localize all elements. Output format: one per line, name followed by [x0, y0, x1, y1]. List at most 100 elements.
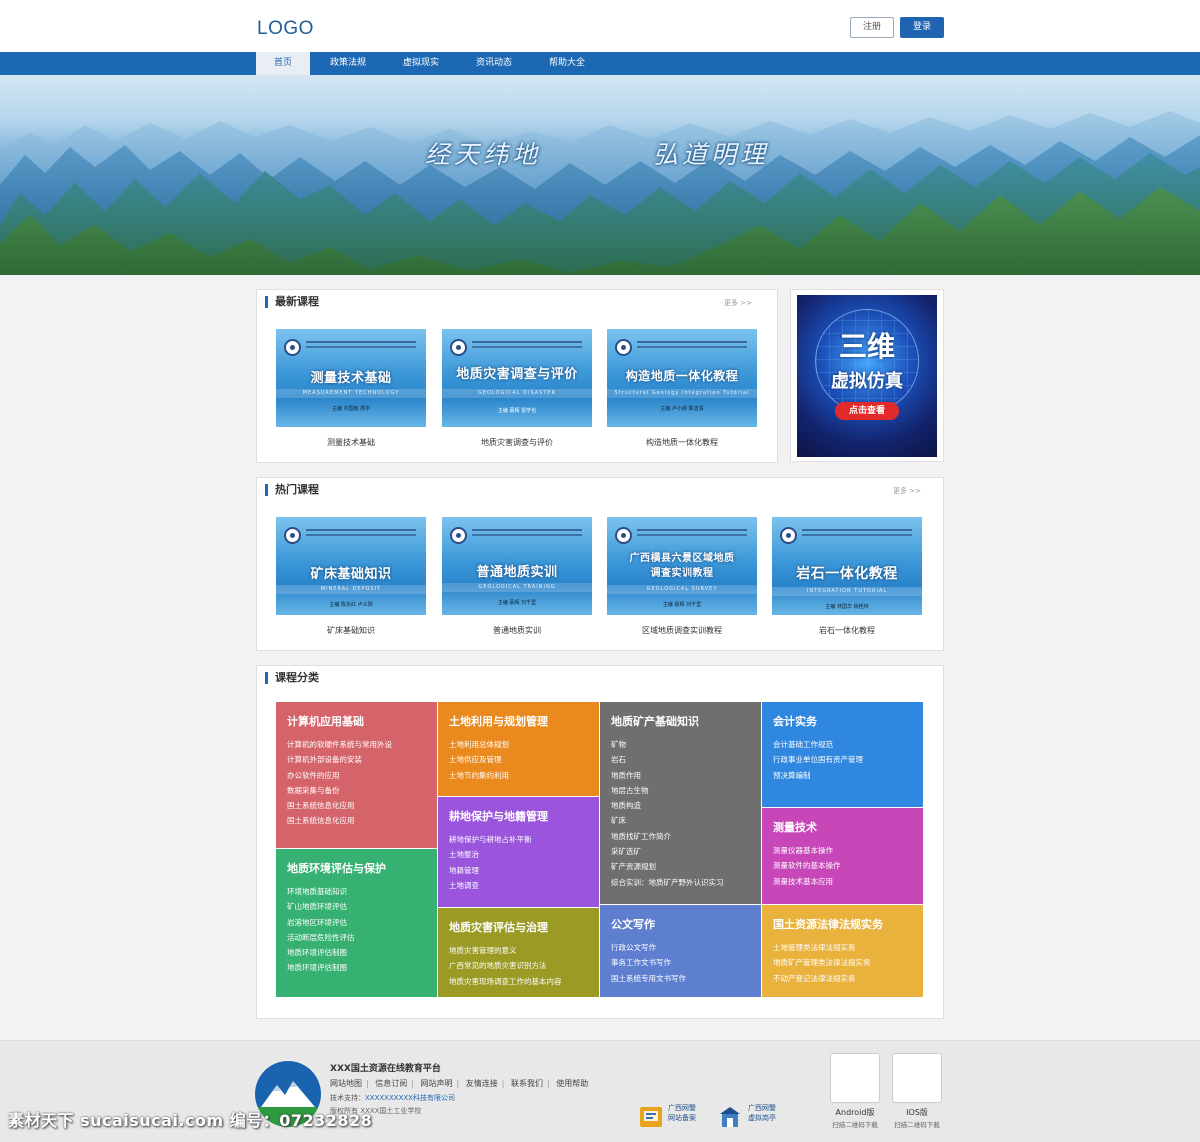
course-cover[interactable]: 地质灾害调查与评价 GEOLOGICAL DISASTER 主编 蔡辉 雷学也 [442, 329, 592, 427]
category-geo-environment[interactable]: 地质环境评估与保护 环境地质基础知识 矿山地质环境评估 岩溶地区环境评估 活动断… [276, 849, 437, 997]
footer-link-contact[interactable]: 联系我们 [511, 1079, 543, 1088]
category-surveying[interactable]: 测量技术 测量仪器基本操作 测量软件的基本操作 测量技术基本应用 [762, 808, 923, 904]
category-geo-mineral[interactable]: 地质矿产基础知识 矿物 岩石 地质作用 地层古生物 地质构造 矿床 地质找矿工作… [600, 702, 761, 904]
hot-more-link[interactable]: 更多 >> [893, 486, 921, 496]
course-cover[interactable]: 岩石一体化教程 INTEGRATION TUTORIAL 主编 林国华 姚桂林 [772, 517, 922, 615]
category-link[interactable]: 地质灾害管理的意义 [449, 943, 562, 958]
course-name[interactable]: 岩石一体化教程 [772, 625, 922, 636]
category-computer-basics[interactable]: 计算机应用基础 计算机的软硬件系统与常用外设 计算机外部设备的安装 办公软件的应… [276, 702, 437, 848]
course-card[interactable]: 广西横县六景区域地质调查实训教程 GEOLOGICAL SURVEY 主编 蔡辉… [607, 517, 757, 642]
category-link[interactable]: 采矿选矿 [611, 844, 724, 859]
latest-more-link[interactable]: 更多 >> [724, 298, 752, 308]
ad-image[interactable]: 三维 虚拟仿真 点击查看 [797, 295, 937, 457]
register-button[interactable]: 注册 [850, 17, 894, 38]
course-card[interactable]: 岩石一体化教程 INTEGRATION TUTORIAL 主编 林国华 姚桂林 … [772, 517, 922, 642]
category-link[interactable]: 行政事业单位国有资产管理 [773, 752, 863, 767]
nav-item-virtual-reality[interactable]: 虚拟现实 [394, 52, 448, 75]
category-accounting[interactable]: 会计实务 会计基础工作规范 行政事业单位国有资产管理 预决算编制 [762, 702, 923, 807]
category-link[interactable]: 土地供应及管理 [449, 752, 509, 767]
category-link[interactable]: 活动断层危险性评估 [287, 930, 355, 945]
category-geo-disaster[interactable]: 地质灾害评估与治理 地质灾害管理的意义 广西常见的地质灾害识别方法 地质灾害现场… [438, 908, 599, 997]
category-link[interactable]: 国土系统信息化应用 [287, 798, 392, 813]
course-cover[interactable]: 测量技术基础 MEASUREMENT TECHNOLOGY 主编 刘国敏 周宇 [276, 329, 426, 427]
category-link[interactable]: 地籍管理 [449, 863, 532, 878]
ios-app-label[interactable]: IOS版 [887, 1107, 947, 1118]
course-name[interactable]: 普通地质实训 [442, 625, 592, 636]
category-link[interactable]: 土地节约集约利用 [449, 768, 509, 783]
nav-item-policy[interactable]: 政策法规 [321, 52, 375, 75]
course-card[interactable]: 地质灾害调查与评价 GEOLOGICAL DISASTER 主编 蔡辉 雷学也 … [442, 329, 592, 454]
category-link[interactable]: 行政公文写作 [611, 940, 686, 955]
police-kiosk-badge[interactable]: 广西网警 虚拟岗亭 [748, 1103, 776, 1123]
ios-qr-code[interactable] [892, 1053, 942, 1103]
category-link[interactable]: 数据采集与备份 [287, 783, 392, 798]
category-land-use[interactable]: 土地利用与规划管理 土地利用总体规划 土地供应及管理 土地节约集约利用 [438, 702, 599, 796]
android-qr-code[interactable] [830, 1053, 880, 1103]
course-name[interactable]: 构造地质一体化教程 [607, 437, 757, 448]
category-link[interactable]: 矿产资源规划 [611, 859, 724, 874]
course-card[interactable]: 矿床基础知识 MINERAL DEPOSIT 主编 陈永红 卢义则 矿床基础知识 [276, 517, 426, 642]
login-button[interactable]: 登录 [900, 17, 944, 38]
category-link[interactable]: 矿山地质环境评估 [287, 899, 355, 914]
category-link[interactable]: 土地管理类法律法规实务 [773, 940, 871, 955]
category-link[interactable]: 预决算编制 [773, 768, 863, 783]
course-card[interactable]: 普通地质实训 GEOLOGICAL TRAINING 主编 蔡辉 刘千里 普通地… [442, 517, 592, 642]
police-filing-badge[interactable]: 广西网警 网站备案 [668, 1103, 696, 1123]
virtual-simulation-ad[interactable]: 三维 虚拟仿真 点击查看 [790, 289, 944, 462]
category-link[interactable]: 办公软件的应用 [287, 768, 392, 783]
footer-link-help[interactable]: 使用帮助 [556, 1079, 588, 1088]
category-farmland-protection[interactable]: 耕地保护与地籍管理 耕地保护与耕地占补平衡 土地整治 地籍管理 土地调查 [438, 797, 599, 907]
category-link[interactable]: 测量技术基本应用 [773, 874, 841, 889]
category-link[interactable]: 国土系统信息化应用 [287, 813, 392, 828]
category-link[interactable]: 岩石 [611, 752, 724, 767]
course-name[interactable]: 地质灾害调查与评价 [442, 437, 592, 448]
nav-item-news[interactable]: 资讯动态 [467, 52, 521, 75]
footer-link-statement[interactable]: 网站声明 [421, 1079, 453, 1088]
category-link[interactable]: 会计基础工作规范 [773, 737, 863, 752]
category-link[interactable]: 地质构造 [611, 798, 724, 813]
category-link[interactable]: 测量仪器基本操作 [773, 843, 841, 858]
category-link[interactable]: 土地调查 [449, 878, 532, 893]
nav-item-home[interactable]: 首页 [256, 52, 310, 75]
category-link[interactable]: 地质灾害现场调查工作的基本内容 [449, 974, 562, 989]
category-link[interactable]: 矿床 [611, 813, 724, 828]
course-cover[interactable]: 普通地质实训 GEOLOGICAL TRAINING 主编 蔡辉 刘千里 [442, 517, 592, 615]
footer-link-subscribe[interactable]: 信息订阅 [375, 1079, 407, 1088]
category-link[interactable]: 测量软件的基本操作 [773, 858, 841, 873]
footer-link-sitemap[interactable]: 网站地图 [330, 1079, 362, 1088]
category-link[interactable]: 综合实训：地质矿产野外认识实习 [611, 875, 724, 890]
category-link[interactable]: 土地利用总体规划 [449, 737, 509, 752]
category-link[interactable]: 地质环境评估制图 [287, 960, 355, 975]
tech-support-company[interactable]: XXXXXXXXXX科技有限公司 [365, 1094, 455, 1102]
ad-view-button[interactable]: 点击查看 [835, 402, 899, 420]
category-link[interactable]: 土地整治 [449, 847, 532, 862]
category-link[interactable]: 事务工作文书写作 [611, 955, 686, 970]
category-land-law[interactable]: 国土资源法律法规实务 土地管理类法律法规实务 地质矿产管理类法律法规实务 不动产… [762, 905, 923, 997]
category-document-writing[interactable]: 公文写作 行政公文写作 事务工作文书写作 国土系统专用文书写作 [600, 905, 761, 997]
course-cover[interactable]: 构造地质一体化教程 Structural Geology Integration… [607, 329, 757, 427]
category-link[interactable]: 地质矿产管理类法律法规实务 [773, 955, 871, 970]
police-kiosk-icon[interactable] [717, 1104, 743, 1130]
course-name[interactable]: 矿床基础知识 [276, 625, 426, 636]
category-link[interactable]: 计算机外部设备的安装 [287, 752, 392, 767]
category-link[interactable]: 岩溶地区环境评估 [287, 915, 355, 930]
category-link[interactable]: 矿物 [611, 737, 724, 752]
course-cover[interactable]: 广西横县六景区域地质调查实训教程 GEOLOGICAL SURVEY 主编 蔡辉… [607, 517, 757, 615]
course-cover[interactable]: 矿床基础知识 MINERAL DEPOSIT 主编 陈永红 卢义则 [276, 517, 426, 615]
category-link[interactable]: 地质作用 [611, 768, 724, 783]
footer-link-friends[interactable]: 友情连接 [466, 1079, 498, 1088]
category-link[interactable]: 不动产登记法律法规实务 [773, 971, 871, 986]
course-name[interactable]: 区域地质调查实训教程 [607, 625, 757, 636]
course-card[interactable]: 测量技术基础 MEASUREMENT TECHNOLOGY 主编 刘国敏 周宇 … [276, 329, 426, 454]
police-filing-icon[interactable] [638, 1104, 664, 1130]
category-link[interactable]: 环境地质基础知识 [287, 884, 355, 899]
category-link[interactable]: 广西常见的地质灾害识别方法 [449, 958, 562, 973]
category-link[interactable]: 耕地保护与耕地占补平衡 [449, 832, 532, 847]
category-link[interactable]: 国土系统专用文书写作 [611, 971, 686, 986]
nav-item-help[interactable]: 帮助大全 [540, 52, 594, 75]
course-name[interactable]: 测量技术基础 [276, 437, 426, 448]
category-link[interactable]: 地层古生物 [611, 783, 724, 798]
category-link[interactable]: 计算机的软硬件系统与常用外设 [287, 737, 392, 752]
site-logo[interactable]: LOGO [257, 18, 314, 40]
category-link[interactable]: 地质找矿工作简介 [611, 829, 724, 844]
